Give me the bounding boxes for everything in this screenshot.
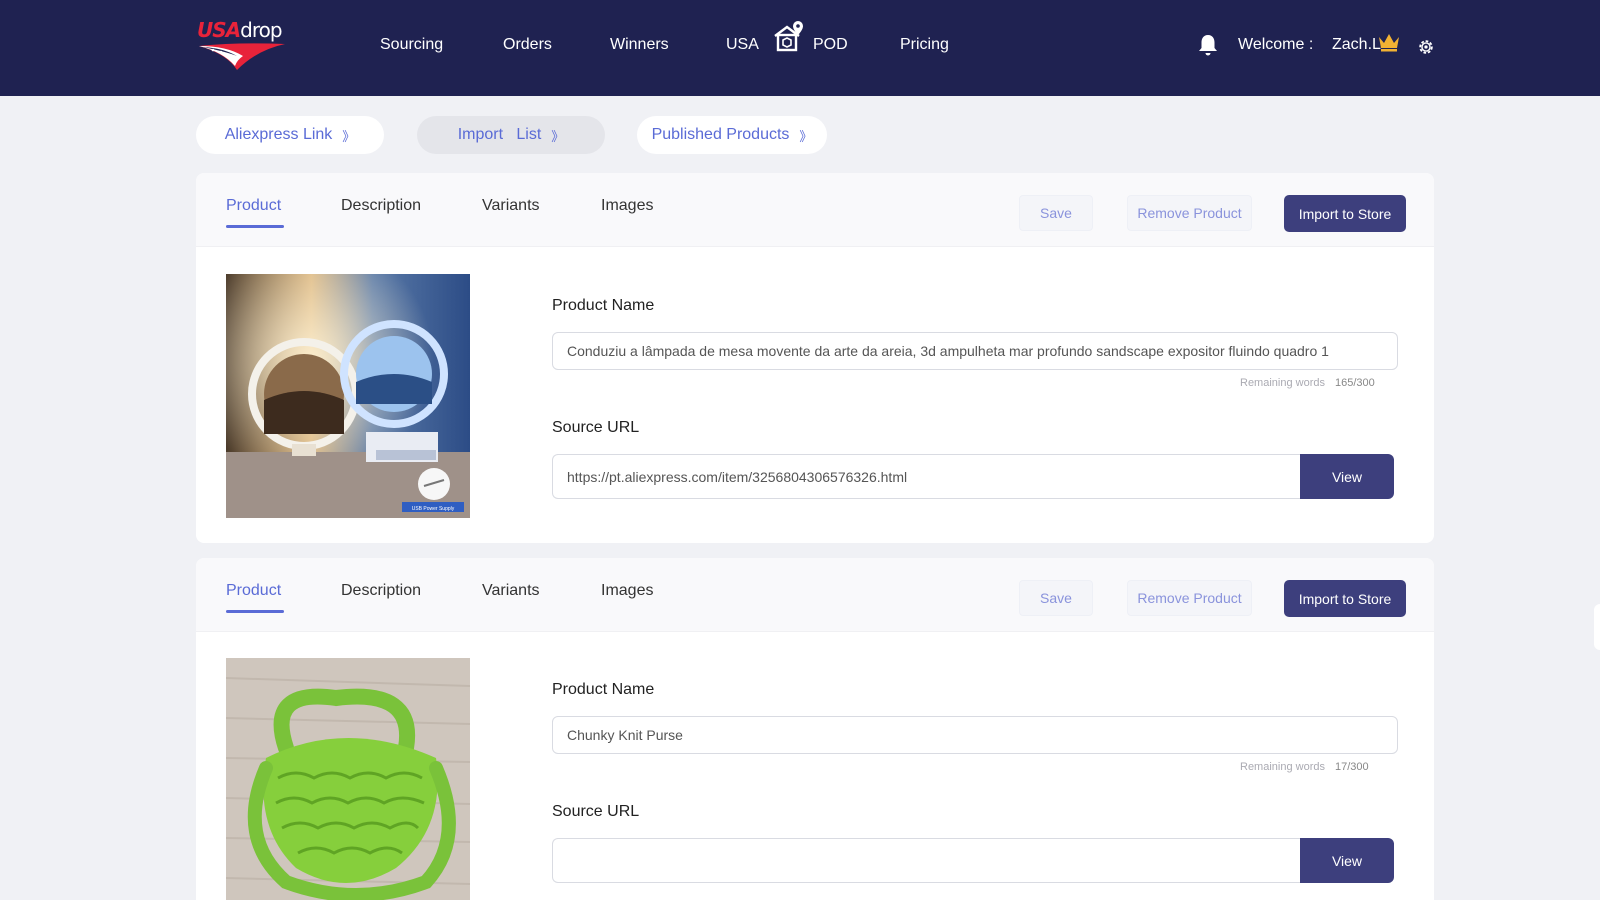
tab-images[interactable]: Images — [601, 197, 653, 215]
save-button[interactable]: Save — [1019, 580, 1093, 616]
top-navigation-bar: USAdrop Sourcing Orders Winners USA POD … — [0, 0, 1600, 96]
logo-wing-icon — [199, 43, 285, 70]
tab-description[interactable]: Description — [341, 197, 421, 215]
active-tab-indicator — [226, 225, 284, 228]
tab-product[interactable]: Product — [226, 582, 281, 600]
breadcrumb-published-products[interactable]: Published Products 》 — [637, 116, 827, 154]
breadcrumb-import-list[interactable]: Import List 》 — [417, 116, 605, 154]
product-image: USB Power Supply — [226, 274, 470, 518]
knit-purse-image — [226, 658, 470, 900]
product-name-label: Product Name — [552, 681, 655, 698]
nav-usa[interactable]: USA — [726, 36, 759, 54]
active-tab-indicator — [226, 610, 284, 613]
chevron-right-icon: 》 — [342, 128, 356, 144]
product-name-label: Product Name — [552, 297, 655, 314]
side-drawer-handle[interactable] — [1594, 604, 1600, 650]
source-url-label: Source URL — [552, 419, 640, 436]
chevron-right-icon: 》 — [799, 128, 813, 144]
nav-pricing[interactable]: Pricing — [900, 36, 949, 54]
product-card: Product Description Variants Images Save… — [196, 558, 1434, 900]
tab-description[interactable]: Description — [341, 582, 421, 600]
tab-images[interactable]: Images — [601, 582, 653, 600]
gear-icon[interactable] — [1417, 38, 1435, 56]
sand-art-lamp-image: USB Power Supply — [226, 274, 470, 518]
source-url-input[interactable] — [552, 838, 1300, 883]
product-card-header: Product Description Variants Images Save… — [196, 173, 1434, 247]
view-source-button[interactable]: View — [1300, 838, 1394, 883]
logo-wordmark: USAdrop — [197, 18, 283, 42]
usadrop-logo[interactable]: USAdrop — [197, 18, 291, 74]
view-source-button[interactable]: View — [1300, 454, 1394, 499]
save-button[interactable]: Save — [1019, 195, 1093, 231]
bell-icon[interactable] — [1197, 33, 1219, 57]
usb-power-supply-caption: USB Power Supply — [412, 506, 455, 512]
product-card: Product Description Variants Images Save… — [196, 173, 1434, 543]
user-name[interactable]: Zach.L — [1332, 36, 1381, 54]
remaining-words-counter: Remaining words 165/300 — [1240, 377, 1375, 389]
nav-orders[interactable]: Orders — [503, 36, 552, 54]
tab-product[interactable]: Product — [226, 197, 281, 215]
remove-product-button[interactable]: Remove Product — [1127, 580, 1252, 616]
product-name-input[interactable]: Chunky Knit Purse — [552, 716, 1398, 754]
import-to-store-button[interactable]: Import to Store — [1284, 195, 1406, 232]
remaining-words-counter: Remaining words 17/300 — [1240, 761, 1369, 773]
source-url-label: Source URL — [552, 803, 640, 820]
source-url-input[interactable]: https://pt.aliexpress.com/item/325680430… — [552, 454, 1300, 499]
product-card-header: Product Description Variants Images Save… — [196, 558, 1434, 632]
chevron-right-icon: 》 — [551, 128, 565, 144]
house-location-icon — [774, 21, 803, 52]
remove-product-button[interactable]: Remove Product — [1127, 195, 1252, 231]
nav-pod[interactable]: POD — [813, 36, 848, 54]
tab-variants[interactable]: Variants — [482, 197, 540, 215]
welcome-label: Welcome : — [1238, 36, 1314, 53]
crown-icon — [1379, 34, 1399, 52]
product-name-input[interactable]: Conduziu a lâmpada de mesa movente da ar… — [552, 332, 1398, 370]
nav-sourcing[interactable]: Sourcing — [380, 36, 443, 54]
import-to-store-button[interactable]: Import to Store — [1284, 580, 1406, 617]
nav-winners[interactable]: Winners — [610, 36, 669, 54]
product-image — [226, 658, 470, 900]
tab-variants[interactable]: Variants — [482, 582, 540, 600]
breadcrumb-aliexpress-link[interactable]: Aliexpress Link 》 — [196, 116, 384, 154]
